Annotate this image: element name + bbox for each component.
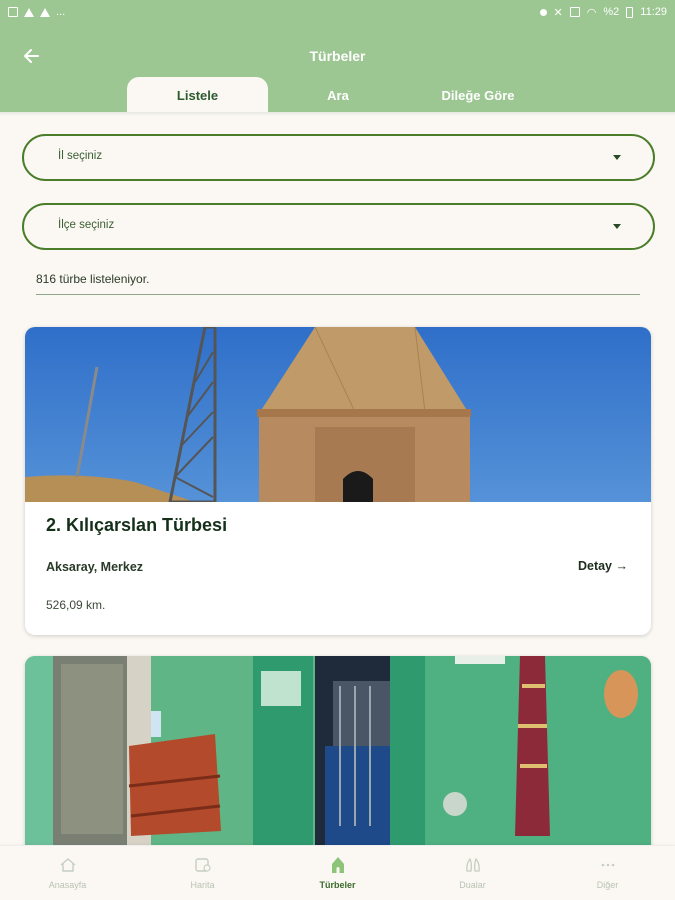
- warning-notification-icon-2: [40, 7, 50, 17]
- home-icon: [60, 858, 75, 872]
- nav-label: Dualar: [459, 880, 486, 890]
- more-icon: [601, 863, 614, 867]
- nav-dualar[interactable]: Dualar: [405, 846, 540, 900]
- caret-down-icon: [613, 224, 621, 229]
- header-shadow: [0, 112, 675, 116]
- arrow-right-icon: →: [615, 559, 629, 573]
- tomb-card[interactable]: [25, 656, 651, 856]
- district-select-placeholder: İlçe seçiniz: [58, 219, 115, 231]
- tomb-name: 2. Kılıçarslan Türbesi: [46, 515, 228, 535]
- nav-label: Diğer: [596, 880, 619, 890]
- detail-button[interactable]: Detay →: [578, 559, 628, 573]
- nfc-icon: [569, 7, 580, 17]
- nav-turbeler[interactable]: Türbeler: [270, 846, 405, 900]
- nav-label: Türbeler: [319, 880, 356, 890]
- province-select-placeholder: İl seçiniz: [58, 150, 103, 162]
- nav-harita[interactable]: Harita: [135, 846, 270, 900]
- battery-level: %2: [603, 6, 620, 18]
- district-select[interactable]: İlçe seçiniz: [22, 203, 655, 250]
- nav-label: Anasayfa: [48, 880, 87, 890]
- battery-icon: [626, 6, 634, 18]
- more-notifications-icon: ...: [56, 6, 66, 18]
- divider: [36, 294, 640, 295]
- location-icon: [539, 8, 547, 16]
- nav-diger[interactable]: Diğer: [540, 846, 675, 900]
- province-select[interactable]: İl seçiniz: [22, 134, 655, 181]
- tab-bar: Listele Ara Dileğe Göre: [127, 77, 547, 112]
- tab-dilege-gore[interactable]: Dileğe Göre: [408, 77, 548, 112]
- warning-notification-icon: [24, 7, 34, 17]
- tomb-location: Aksaray, Merkez: [46, 560, 144, 574]
- tomb-photo: [25, 327, 651, 502]
- prayer-hands-icon: [465, 857, 480, 872]
- tomb-icon: [331, 857, 344, 873]
- page-title: Türbeler: [309, 48, 366, 64]
- map-icon: [194, 858, 211, 872]
- tomb-photo: [25, 656, 651, 856]
- tomb-card[interactable]: 2. Kılıçarslan Türbesi Aksaray, Merkez D…: [25, 327, 651, 635]
- clock: 11:29: [640, 6, 667, 18]
- bottom-navigation: Anasayfa Harita Türbeler Dualar Diğer: [0, 845, 675, 900]
- result-count: 816 türbe listeleniyor.: [36, 272, 150, 286]
- tomb-distance: 526,09 km.: [46, 598, 106, 612]
- status-bar: ... ✕ ◠ %2 11:29: [0, 0, 675, 24]
- tab-ara[interactable]: Ara: [268, 77, 408, 112]
- detail-label: Detay: [577, 559, 613, 573]
- mute-icon: ✕: [553, 6, 563, 19]
- app-header: Türbeler Listele Ara Dileğe Göre: [0, 24, 675, 112]
- nav-anasayfa[interactable]: Anasayfa: [0, 846, 135, 900]
- tab-listele[interactable]: Listele: [127, 77, 268, 112]
- caret-down-icon: [613, 155, 621, 160]
- nav-label: Harita: [190, 880, 215, 890]
- gallery-notification-icon: [8, 7, 18, 17]
- wifi-icon: ◠: [586, 6, 597, 19]
